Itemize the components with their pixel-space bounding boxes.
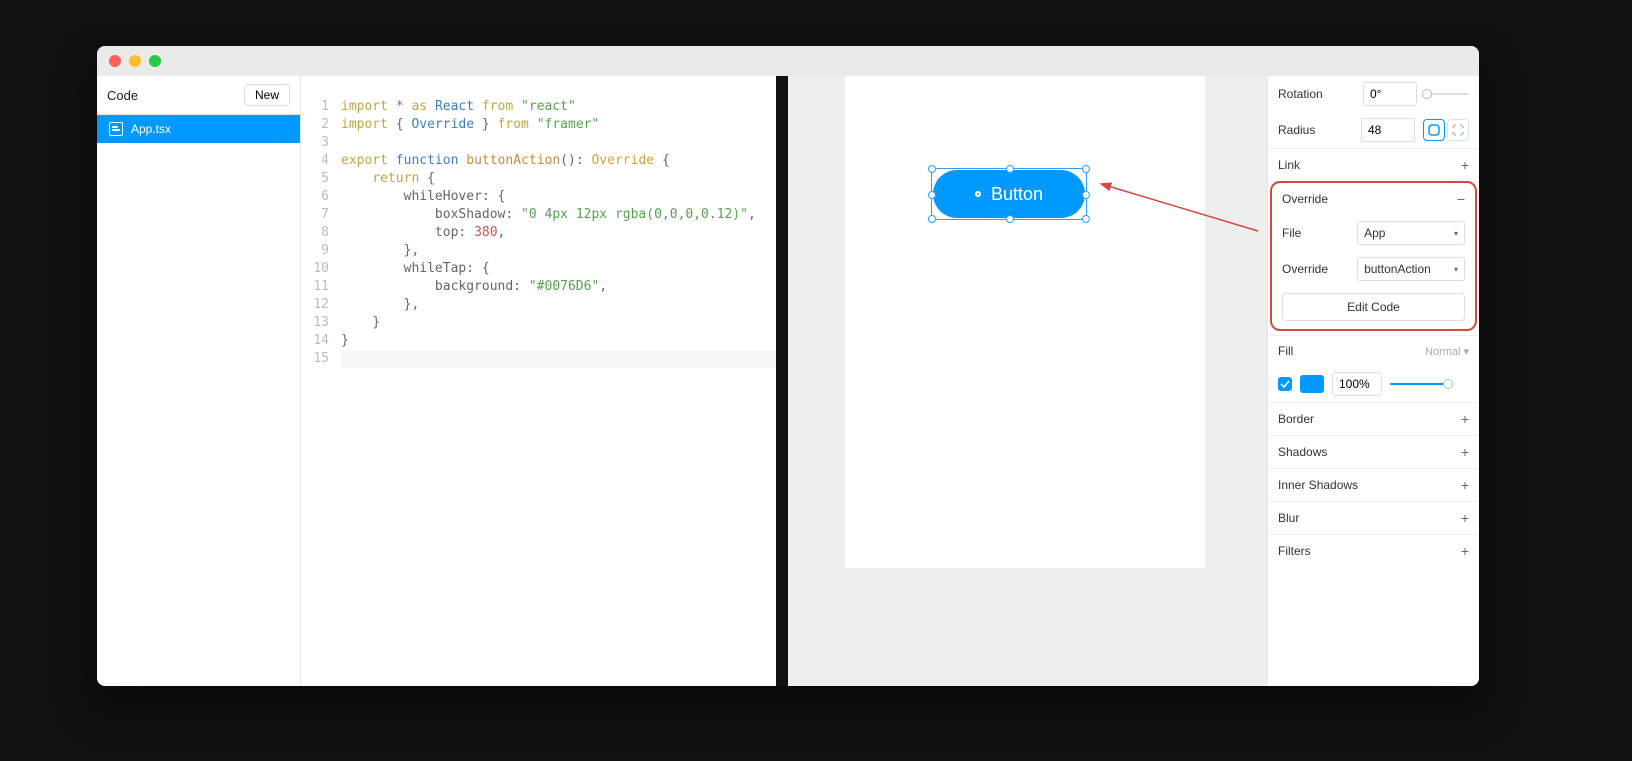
button-dot-icon [975, 191, 981, 197]
plus-icon[interactable]: + [1461, 157, 1469, 173]
fill-enabled-checkbox[interactable] [1278, 377, 1292, 391]
fill-opacity-input[interactable] [1332, 372, 1382, 396]
override-label: Override [1282, 192, 1328, 206]
override-field-label: Override [1282, 262, 1349, 276]
code-content[interactable]: import * as React from "react" import { … [341, 98, 776, 686]
link-label: Link [1278, 158, 1300, 172]
rotation-row: Rotation [1268, 76, 1479, 112]
fill-color-swatch[interactable] [1300, 375, 1324, 393]
rotation-label: Rotation [1278, 87, 1355, 101]
fill-label: Fill [1278, 344, 1293, 358]
override-panel: Override − File App ▾ Override buttonAct… [1270, 181, 1477, 331]
chevron-down-icon: ▾ [1454, 265, 1458, 274]
override-select[interactable]: buttonAction ▾ [1357, 257, 1465, 281]
border-section-header[interactable]: Border + [1268, 402, 1479, 435]
sidebar-header: Code New [97, 76, 300, 115]
new-code-button[interactable]: New [244, 84, 290, 106]
button-label: Button [991, 184, 1043, 205]
override-section-header[interactable]: Override − [1272, 183, 1475, 215]
filters-label: Filters [1278, 544, 1311, 558]
edit-code-button[interactable]: Edit Code [1282, 293, 1465, 321]
window-minimize-icon[interactable] [129, 55, 141, 67]
inner-shadows-label: Inner Shadows [1278, 478, 1358, 492]
file-label: File [1282, 226, 1349, 240]
radius-label: Radius [1278, 123, 1353, 137]
filters-section-header[interactable]: Filters + [1268, 534, 1479, 567]
selection-handle[interactable] [1082, 215, 1090, 223]
border-label: Border [1278, 412, 1314, 426]
sidebar-title: Code [107, 88, 138, 103]
fill-section-header[interactable]: Fill Normal ▾ [1268, 335, 1479, 366]
blur-section-header[interactable]: Blur + [1268, 501, 1479, 534]
sidebar-file-label: App.tsx [131, 122, 171, 136]
fill-value-row [1268, 366, 1479, 402]
shadows-label: Shadows [1278, 445, 1327, 459]
rotation-input[interactable] [1363, 82, 1417, 106]
file-select[interactable]: App ▾ [1357, 221, 1465, 245]
override-file-row: File App ▾ [1272, 215, 1475, 251]
plus-icon[interactable]: + [1461, 477, 1469, 493]
shadows-section-header[interactable]: Shadows + [1268, 435, 1479, 468]
code-file-icon [109, 122, 123, 136]
app-window: Code New App.tsx 123456789101112131415 i… [97, 46, 1479, 686]
window-close-icon[interactable] [109, 55, 121, 67]
panel-divider[interactable] [776, 76, 788, 686]
radius-row: Radius [1268, 112, 1479, 148]
radius-independent-icon[interactable] [1447, 119, 1469, 141]
minus-icon[interactable]: − [1457, 191, 1465, 207]
fill-mode-label[interactable]: Normal ▾ [1425, 345, 1469, 358]
inspector-panel: Rotation Radius Link + Override − [1267, 76, 1479, 686]
blur-label: Blur [1278, 511, 1299, 525]
chevron-down-icon: ▾ [1454, 229, 1458, 238]
plus-icon[interactable]: + [1461, 543, 1469, 559]
line-number-gutter: 123456789101112131415 [301, 98, 341, 686]
selection-handle[interactable] [928, 165, 936, 173]
code-sidebar: Code New App.tsx [97, 76, 301, 686]
window-zoom-icon[interactable] [149, 55, 161, 67]
radius-input[interactable] [1361, 118, 1415, 142]
plus-icon[interactable]: + [1461, 444, 1469, 460]
radius-uniform-icon[interactable] [1423, 119, 1445, 141]
plus-icon[interactable]: + [1461, 411, 1469, 427]
canvas[interactable]: Button [788, 76, 1267, 686]
selection-handle[interactable] [928, 215, 936, 223]
inner-shadows-section-header[interactable]: Inner Shadows + [1268, 468, 1479, 501]
button-component[interactable]: Button [933, 170, 1085, 218]
code-editor[interactable]: 123456789101112131415 import * as React … [301, 76, 776, 686]
override-fn-row: Override buttonAction ▾ [1272, 251, 1475, 287]
fill-opacity-slider[interactable] [1390, 383, 1450, 385]
plus-icon[interactable]: + [1461, 510, 1469, 526]
selection-handle[interactable] [1082, 165, 1090, 173]
rotation-slider[interactable] [1425, 93, 1469, 95]
link-section-header[interactable]: Link + [1268, 148, 1479, 182]
window-titlebar [97, 46, 1479, 76]
sidebar-file-item[interactable]: App.tsx [97, 115, 300, 143]
device-frame[interactable]: Button [845, 76, 1205, 568]
